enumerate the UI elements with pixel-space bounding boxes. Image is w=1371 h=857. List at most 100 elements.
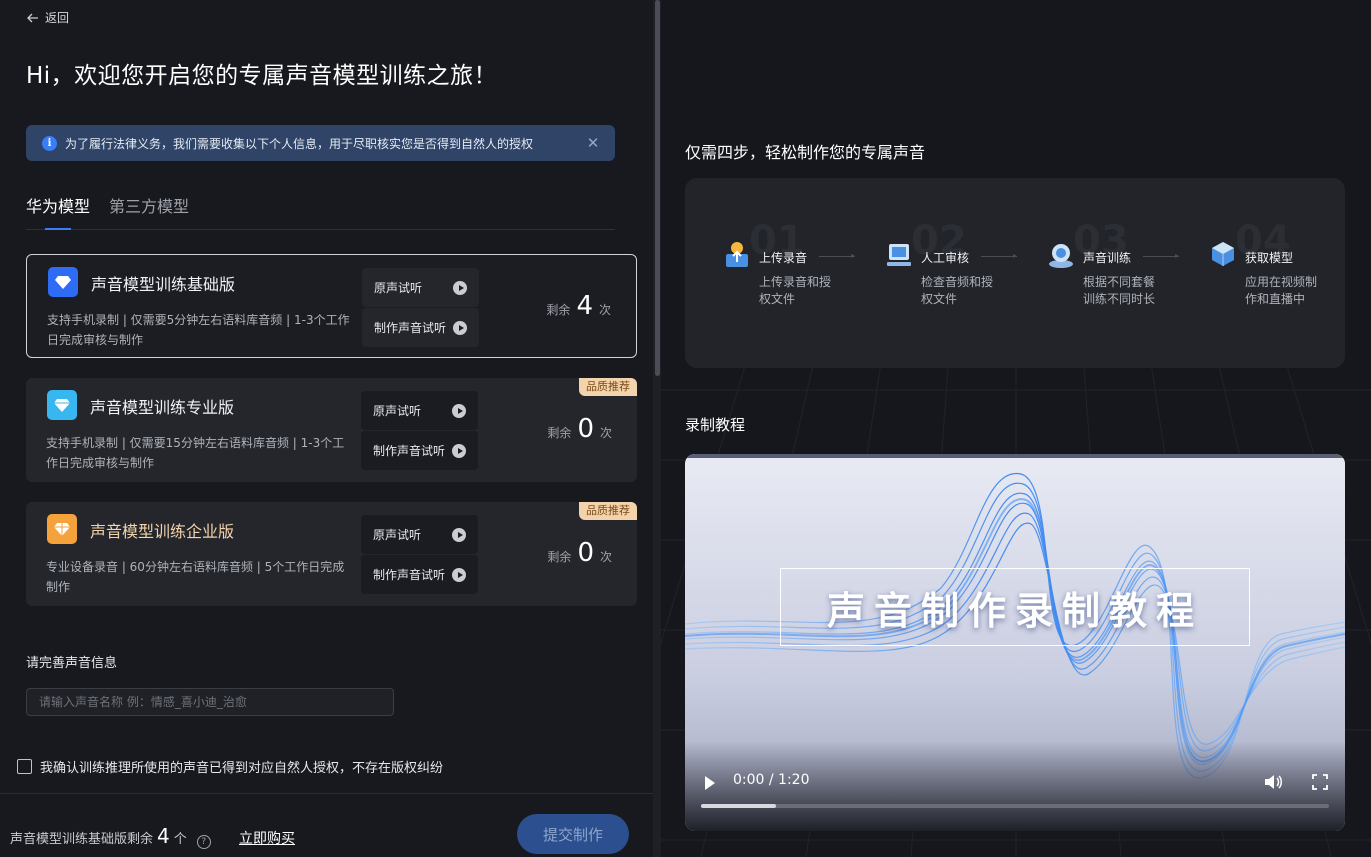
tutorial-title: 录制教程 <box>685 416 746 434</box>
notice-text: 为了履行法律义务，我们需要收集以下个人信息，用于尽职核实您是否得到自然人的授权 <box>65 136 534 151</box>
back-label: 返回 <box>45 11 70 25</box>
submit-button[interactable]: 提交制作 <box>517 814 629 854</box>
button-label: 原声试听 <box>373 528 422 542</box>
remaining-count: 剩余 4 次 <box>546 291 611 321</box>
plan-card-enterprise[interactable]: 声音模型训练企业版 专业设备录音 | 60分钟左右语料库音频 | 5个工作日完成… <box>26 502 637 606</box>
footer-remaining: 声音模型训练基础版剩余 4 个 ? <box>10 824 211 849</box>
scrollbar-thumb[interactable] <box>655 0 660 376</box>
remaining-count: 剩余 0 次 <box>547 414 612 444</box>
step-arrow <box>981 254 1017 258</box>
button-label: 制作声音试听 <box>374 321 447 335</box>
plan-name: 声音模型训练专业版 <box>90 398 235 417</box>
left-panel: 返回 Hi，欢迎您开启您的专属声音模型训练之旅！ i 为了履行法律义务，我们需要… <box>0 0 661 857</box>
plan-card-professional[interactable]: 声音模型训练专业版 支持手机录制 | 仅需要15分钟左右语料库音频 | 1-3个… <box>26 378 637 482</box>
remain-unit: 次 <box>599 426 612 440</box>
video-title-frame: 声音制作录制教程 <box>780 568 1250 646</box>
voice-info-heading: 请完善声音信息 <box>26 656 118 671</box>
diamond-icon <box>47 514 77 544</box>
step-arrow <box>1143 254 1179 258</box>
step-get-model: 04 获取模型 应用在视频制作和直播中 <box>1201 218 1341 318</box>
step-training: 03 声音训练 根据不同套餐训练不同时长 <box>1039 218 1179 318</box>
make-sample-button[interactable]: 制作声音试听 <box>362 308 479 347</box>
back-button[interactable]: 返回 <box>26 9 69 26</box>
step-description: 检查音频和授权文件 <box>921 275 994 306</box>
consent-checkbox[interactable] <box>17 759 32 774</box>
plan-description: 专业设备录音 | 60分钟左右语料库音频 | 5个工作日完成制作 <box>46 560 345 594</box>
make-sample-button[interactable]: 制作声音试听 <box>361 555 478 594</box>
button-label: 制作声音试听 <box>373 444 446 458</box>
step-title: 人工审核 <box>921 251 970 265</box>
original-listen-button[interactable]: 原声试听 <box>361 391 478 430</box>
remaining-count: 剩余 0 次 <box>547 538 612 568</box>
play-icon <box>452 443 466 458</box>
buy-now-link[interactable]: 立即购买 <box>239 828 295 848</box>
remain-number: 4 <box>576 291 593 321</box>
legal-notice-banner: i 为了履行法律义务，我们需要收集以下个人信息，用于尽职核实您是否得到自然人的授… <box>26 125 615 161</box>
model-icon <box>1212 242 1234 266</box>
tab-huawei-model[interactable]: 华为模型 <box>26 193 90 217</box>
original-listen-button[interactable]: 原声试听 <box>362 268 479 307</box>
close-icon[interactable]: ✕ <box>585 134 601 152</box>
quality-badge: 品质推荐 <box>579 378 637 396</box>
step-upload: 01 上传录音 上传录音和授权文件 <box>715 218 855 318</box>
remain-label: 剩余 <box>546 303 571 317</box>
steps-title: 仅需四步，轻松制作您的专属声音 <box>685 143 926 162</box>
quality-badge: 品质推荐 <box>579 502 637 520</box>
step-title: 上传录音 <box>759 251 808 265</box>
button-label: 制作声音试听 <box>373 568 446 582</box>
video-time: 0:00 / 1:20 <box>733 772 810 788</box>
right-panel: 仅需四步，轻松制作您的专属声音 01 上传录音 上传录音和授权文件 02 人工审… <box>661 0 1371 857</box>
video-progress-bar[interactable] <box>701 804 1329 808</box>
button-label: 原声试听 <box>374 281 423 295</box>
voice-name-input[interactable] <box>26 688 394 716</box>
step-title: 获取模型 <box>1245 251 1294 265</box>
fullscreen-icon[interactable] <box>1312 774 1328 790</box>
remain-label: 剩余 <box>547 426 572 440</box>
app-root: 返回 Hi，欢迎您开启您的专属声音模型训练之旅！ i 为了履行法律义务，我们需要… <box>0 0 1371 857</box>
step-title: 声音训练 <box>1083 251 1132 265</box>
review-icon <box>887 244 911 266</box>
step-description: 根据不同套餐训练不同时长 <box>1083 275 1156 306</box>
step-description: 应用在视频制作和直播中 <box>1245 275 1318 306</box>
plan-description: 支持手机录制 | 仅需要5分钟左右语料库音频 | 1-3个工作日完成审核与制作 <box>47 313 350 347</box>
remain-number: 0 <box>577 538 594 568</box>
footer-bar: 声音模型训练基础版剩余 4 个 ? 立即购买 提交制作 <box>0 793 661 857</box>
plan-description: 支持手机录制 | 仅需要15分钟左右语料库音频 | 1-3个工作日完成审核与制作 <box>46 436 345 470</box>
info-icon: i <box>42 135 57 151</box>
original-listen-button[interactable]: 原声试听 <box>361 515 478 554</box>
model-tabs: 华为模型 第三方模型 <box>26 186 615 230</box>
play-icon <box>453 320 467 335</box>
tutorial-video[interactable]: 声音制作录制教程 0:00 / 1:20 <box>685 454 1345 831</box>
page-title: Hi，欢迎您开启您的专属声音模型训练之旅！ <box>26 63 498 89</box>
step-review: 02 人工审核 检查音频和授权文件 <box>877 218 1017 318</box>
video-controls: 0:00 / 1:20 <box>685 741 1345 831</box>
video-buffered <box>701 804 777 808</box>
remain-unit: 次 <box>598 303 611 317</box>
play-icon <box>452 567 466 582</box>
consent-row: 我确认训练推理所使用的声音已得到对应自然人授权，不存在版权纠纷 <box>17 757 443 776</box>
plan-card-basic[interactable]: 声音模型训练基础版 支持手机录制 | 仅需要5分钟左右语料库音频 | 1-3个工… <box>26 254 637 358</box>
remain-number: 0 <box>577 414 594 444</box>
training-icon <box>1049 244 1073 268</box>
active-tab-indicator <box>45 228 71 230</box>
consent-label: 我确认训练推理所使用的声音已得到对应自然人授权，不存在版权纠纷 <box>40 761 444 776</box>
plan-name: 声音模型训练基础版 <box>91 275 236 294</box>
question-icon[interactable]: ? <box>196 835 211 849</box>
steps-panel: 01 上传录音 上传录音和授权文件 02 人工审核 检查音频和授权文件 03 声… <box>685 178 1345 368</box>
play-icon <box>452 403 466 418</box>
remain-label: 剩余 <box>547 550 572 564</box>
play-icon[interactable] <box>705 776 715 790</box>
diamond-icon <box>47 390 77 420</box>
button-label: 原声试听 <box>373 404 422 418</box>
step-description: 上传录音和授权文件 <box>759 275 832 306</box>
remain-unit: 次 <box>599 550 612 564</box>
video-title-text: 声音制作录制教程 <box>826 588 1203 633</box>
volume-icon[interactable] <box>1263 773 1283 791</box>
upload-icon <box>726 242 748 267</box>
make-sample-button[interactable]: 制作声音试听 <box>361 431 478 470</box>
footer-remain-prefix: 声音模型训练基础版剩余 <box>10 832 154 847</box>
play-icon <box>452 527 466 542</box>
tab-third-party-model[interactable]: 第三方模型 <box>109 193 189 217</box>
play-icon <box>453 280 467 295</box>
diamond-icon <box>48 267 78 297</box>
